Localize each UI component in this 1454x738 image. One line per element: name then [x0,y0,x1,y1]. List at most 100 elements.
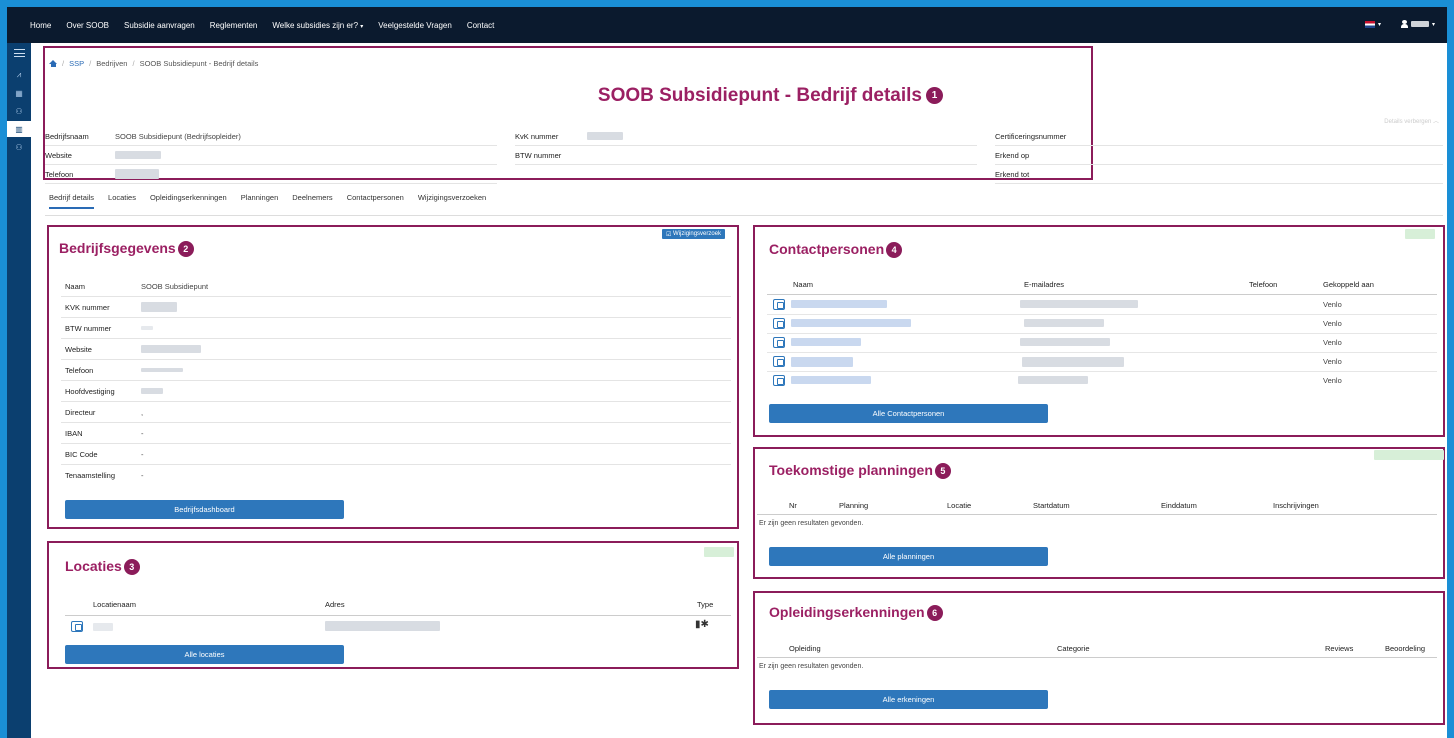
bedrijfsgegevens-title: Bedrijfsgegevens 2 [59,240,194,258]
contact-gekoppeld: Venlo [1323,376,1342,385]
chevron-down-icon: ▾ [1377,21,1381,28]
app-window: Home Over SOOB Subsidie aanvragen Reglem… [7,7,1447,738]
sidebar-item-dashboard[interactable]: ⩘ [7,67,31,83]
wijzigingsverzoek-button[interactable]: ☑ Wijzigingsverzoek [662,229,726,239]
details-toggle-link[interactable]: Details verbergen ︿ [1384,116,1439,125]
top-navbar: Home Over SOOB Subsidie aanvragen Reglem… [7,7,1447,43]
callout-badge-5: 5 [934,463,951,480]
alle-contactpersonen-button[interactable]: Alle Contactpersonen [769,404,1048,423]
alle-locaties-button[interactable]: Alle locaties [65,645,344,664]
column-header-locatienaam[interactable]: Locatienaam [93,600,136,609]
column-header-beoordeling[interactable]: Beoordeling [1385,644,1425,653]
field-row-telefoon: Telefoon [61,360,731,381]
row-divider [767,371,1437,372]
tab-opleidingserkenningen[interactable]: Opleidingserkenningen [150,193,227,209]
detail-label: Telefoon [45,169,74,179]
column-header-naam[interactable]: Naam [793,280,813,289]
column-header-adres[interactable]: Adres [325,600,345,609]
tab-wijzigingsverzoeken[interactable]: Wijzigingsverzoeken [418,193,486,209]
edit-icon[interactable] [773,375,785,386]
column-header-nr[interactable]: Nr [789,501,797,510]
wijzigingsverzoek-label: Wijzigingsverzoek [673,231,722,237]
building-icon: ▥ [15,124,23,134]
callout-badge-2: 2 [177,241,194,258]
home-icon[interactable] [49,60,57,67]
detail-row-certificering: Certificeringsnummer [995,127,1443,146]
nav-item-welke-subsidies[interactable]: Welke subsidies zijn er? ▾ [272,21,363,30]
breadcrumb-ssp[interactable]: SSP [69,59,84,68]
column-header-gekoppeld[interactable]: Gekoppeld aan [1323,280,1374,289]
column-header-telefoon[interactable]: Telefoon [1249,280,1277,289]
tab-bedrijf-details[interactable]: Bedrijf details [49,193,95,209]
row-divider [767,352,1437,353]
sidebar-item-subsidies[interactable]: ▦ [7,85,31,101]
edit-icon[interactable] [773,299,785,310]
detail-label: Website [45,150,72,160]
edit-icon[interactable] [773,337,785,348]
column-header-inschrijvingen[interactable]: Inschrijvingen [1273,501,1319,510]
column-header-categorie[interactable]: Categorie [1057,644,1090,653]
nav-item-over-soob[interactable]: Over SOOB [66,21,109,30]
field-value-redacted [141,302,177,312]
field-row-directeur: Directeur, [61,402,731,423]
field-value: - [141,428,144,438]
nav-item-contact[interactable]: Contact [467,21,495,30]
users-icon: ⚇ [15,106,23,116]
edit-icon[interactable] [773,318,785,329]
edit-icon[interactable] [773,356,785,367]
sidebar-item-users[interactable]: ⚇ [7,103,31,119]
detail-value-redacted [587,132,623,140]
alle-erkenningen-button[interactable]: Alle erkeningen [769,690,1048,709]
breadcrumb-bedrijven[interactable]: Bedrijven [96,59,127,68]
column-header-planning[interactable]: Planning [839,501,868,510]
column-header-locatie[interactable]: Locatie [947,501,971,510]
sidebar-toggle-button[interactable] [7,45,31,61]
contact-email-redacted [1024,319,1104,327]
detail-row-erkend-op: Erkend op [995,146,1443,165]
field-value-redacted [141,388,163,394]
detail-value: SOOB Subsidiepunt (Bedrijfsopleider) [115,131,241,141]
tab-planningen[interactable]: Planningen [241,193,279,209]
user-icon[interactable] [1400,20,1408,28]
contact-gekoppeld: Venlo [1323,300,1342,309]
nav-item-home[interactable]: Home [30,21,51,30]
field-row-tenaamstelling: Tenaamstelling - [61,465,731,486]
nav-item-reglementen[interactable]: Reglementen [210,21,258,30]
field-label: Directeur [65,407,96,417]
breadcrumb-separator: / [89,59,92,68]
detail-row-erkend-tot: Erkend tot [995,165,1443,184]
callout-badge-1: 1 [926,87,943,105]
breadcrumb: / SSP / Bedrijven / SOOB Subsidiepunt - … [49,59,258,68]
add-locatie-button[interactable] [704,547,734,557]
nav-item-faq[interactable]: Veelgestelde Vragen [378,21,452,30]
tab-deelnemers[interactable]: Deelnemers [292,193,332,209]
field-label: Telefoon [65,365,94,375]
user-name-redacted[interactable] [1410,21,1429,27]
field-value: , [141,407,144,417]
column-header-opleiding[interactable]: Opleiding [789,644,821,653]
alle-planningen-button[interactable]: Alle planningen [769,547,1048,566]
add-planning-button[interactable] [1374,450,1444,460]
language-flag-icon[interactable] [1364,20,1375,28]
add-contactpersoon-button[interactable] [1405,229,1435,239]
breadcrumb-current: SOOB Subsidiepunt - Bedrijf details [139,59,259,68]
page-title-text: SOOB Subsidiepunt - Bedrijf details [597,85,922,106]
column-header-startdatum[interactable]: Startdatum [1033,501,1070,510]
sidebar-item-groups[interactable]: ⚇ [7,139,31,155]
field-label: KVK nummer [65,302,110,312]
header-divider [757,657,1437,658]
nav-item-subsidie-aanvragen[interactable]: Subsidie aanvragen [124,21,195,30]
tab-contactpersonen[interactable]: Contactpersonen [347,193,404,209]
sidebar-item-bedrijven[interactable]: ▥ [7,121,31,137]
edit-icon[interactable] [71,621,83,632]
tab-locaties[interactable]: Locaties [108,193,136,209]
column-header-reviews[interactable]: Reviews [1325,644,1353,653]
empty-message: Er zijn geen resultaten gevonden. [759,520,864,527]
header-divider [65,615,731,616]
column-header-email[interactable]: E-mailadres [1024,280,1064,289]
detail-value-redacted [115,151,161,159]
column-header-einddatum[interactable]: Einddatum [1161,501,1197,510]
bedrijfsdashboard-button[interactable]: Bedrijfsdashboard [65,500,344,519]
detail-label: BTW nummer [515,150,562,160]
column-header-type[interactable]: Type [697,600,713,609]
